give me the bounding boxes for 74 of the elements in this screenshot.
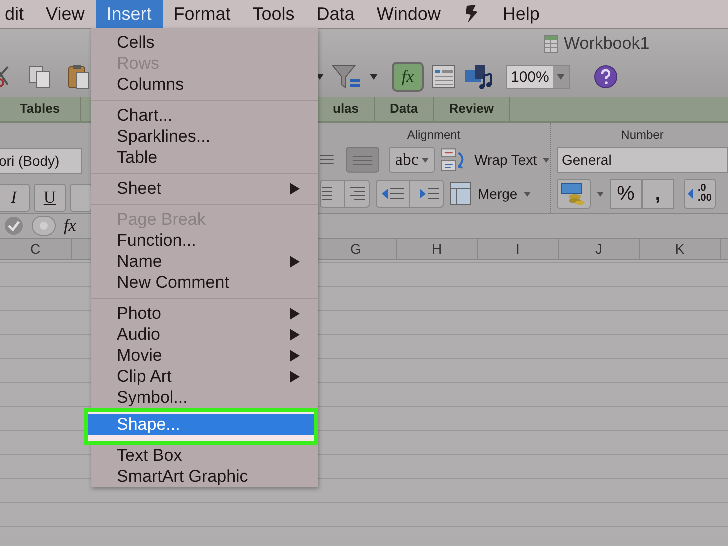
zoom-combo[interactable]: 100% — [506, 65, 570, 89]
script-icon[interactable] — [464, 4, 480, 24]
number-format-field[interactable]: General — [557, 147, 728, 173]
menu-item[interactable]: New Comment — [91, 272, 318, 293]
menu-bar-item[interactable]: Window — [366, 0, 452, 28]
menu-item[interactable]: Sheet — [91, 178, 318, 199]
format-button[interactable]: I — [0, 184, 30, 212]
percent-button[interactable]: % — [610, 179, 642, 209]
group-title: Number — [620, 127, 665, 143]
caret-icon[interactable] — [597, 192, 604, 196]
menu-item[interactable]: Audio — [91, 324, 318, 345]
wrap-text-button[interactable]: Wrap Text — [474, 152, 538, 168]
submenu-arrow-icon — [290, 256, 300, 268]
caret-icon[interactable] — [543, 158, 550, 162]
format-button[interactable]: U — [34, 184, 66, 212]
submenu-arrow-icon — [290, 182, 300, 194]
caret-icon[interactable] — [422, 158, 429, 162]
menu-bar-item[interactable]: View — [35, 0, 96, 28]
cancel-icon[interactable] — [32, 216, 56, 236]
submenu-arrow-icon — [290, 370, 300, 382]
menu-bar-item[interactable]: dit — [0, 0, 36, 28]
paste-icon[interactable] — [68, 64, 90, 90]
menu-item[interactable]: Columns — [91, 74, 318, 95]
comma-button[interactable]: , — [642, 179, 674, 209]
column-header[interactable]: K — [640, 239, 721, 259]
ribbon-tab[interactable]: Data — [375, 97, 434, 121]
function-label[interactable]: fx — [64, 216, 76, 236]
merge-icon — [450, 181, 472, 207]
help-icon[interactable] — [594, 65, 618, 89]
menu-item[interactable]: Text Box — [91, 445, 318, 466]
menu-item[interactable]: Movie — [91, 345, 318, 366]
decimal-button[interactable]: .0 .00 — [684, 179, 716, 209]
submenu-arrow-icon — [290, 308, 300, 320]
indent-icon[interactable] — [376, 180, 444, 208]
function-button[interactable]: fx — [392, 62, 424, 92]
menu-item[interactable]: Cells — [91, 32, 318, 53]
menu-item[interactable]: Photo — [91, 303, 318, 324]
media-icon[interactable] — [464, 64, 494, 90]
align-icon[interactable] — [320, 180, 370, 208]
ribbon-tab[interactable]: Review — [434, 97, 510, 121]
menu-item[interactable]: SmartArt Graphic — [91, 466, 318, 487]
menu-bar-item[interactable]: Format — [162, 0, 242, 28]
menu-bar-item[interactable]: Data — [306, 0, 366, 28]
caret-icon[interactable] — [370, 74, 378, 80]
menu-item[interactable]: Table — [91, 147, 318, 168]
menu-item[interactable]: Name — [91, 251, 318, 272]
caret-icon[interactable] — [524, 192, 531, 196]
document-title: Workbook1 — [564, 34, 650, 54]
copy-icon[interactable] — [28, 65, 52, 89]
check-icon[interactable] — [4, 216, 24, 236]
menu-item[interactable]: Symbol... — [91, 387, 318, 408]
menu-item[interactable]: Clip Art — [91, 366, 318, 387]
group-title: Alignment — [406, 127, 462, 143]
orientation-button[interactable]: abc — [389, 147, 435, 173]
menu-item[interactable]: Shape... — [88, 414, 314, 435]
currency-button[interactable] — [557, 179, 591, 209]
submenu-arrow-icon — [290, 328, 300, 340]
column-header[interactable]: H — [397, 239, 478, 259]
spreadsheet-icon — [544, 35, 558, 53]
form-icon[interactable] — [432, 65, 456, 89]
menu-item[interactable]: Sparklines... — [91, 126, 318, 147]
menu-item[interactable]: Chart... — [91, 105, 318, 126]
column-header[interactable]: C — [0, 239, 72, 259]
merge-button[interactable]: Merge — [478, 186, 518, 202]
menu-bar-item[interactable]: Insert — [96, 0, 163, 28]
ribbon-tab[interactable]: Tables — [0, 97, 81, 121]
align-icon[interactable] — [346, 147, 380, 173]
menu-item[interactable]: Function... — [91, 230, 318, 251]
menu-bar-item[interactable]: Tools — [242, 0, 306, 28]
menu-bar-item[interactable]: Help — [492, 0, 551, 28]
column-header[interactable]: I — [478, 239, 559, 259]
submenu-arrow-icon — [290, 350, 300, 362]
filter-icon[interactable] — [332, 64, 362, 90]
column-header[interactable]: J — [559, 239, 640, 259]
